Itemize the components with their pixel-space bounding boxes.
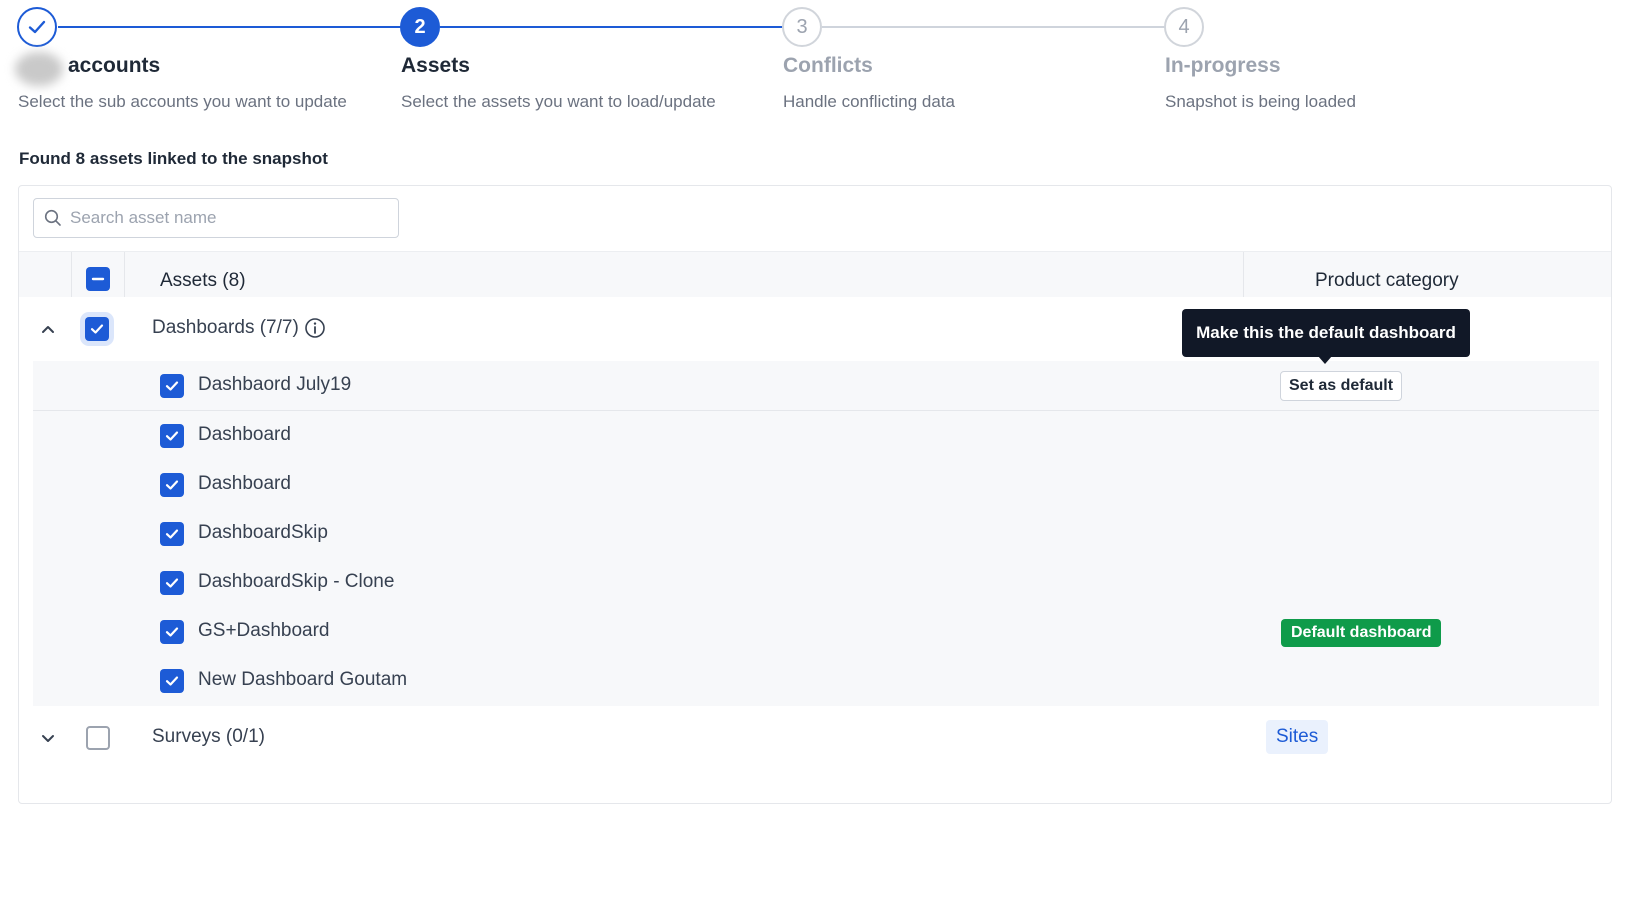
table-row[interactable]: Dashbaord July19 Set as default bbox=[33, 361, 1599, 411]
asset-name: DashboardSkip - Clone bbox=[198, 571, 395, 592]
step-1-description: Select the sub accounts you want to upda… bbox=[18, 92, 347, 111]
table-row[interactable]: DashboardSkip bbox=[33, 509, 1599, 559]
check-icon bbox=[90, 324, 104, 334]
asset-name: New Dashboard Goutam bbox=[198, 669, 408, 690]
table-row[interactable]: New Dashboard Goutam bbox=[33, 656, 1599, 706]
check-icon bbox=[165, 676, 179, 686]
stepper: 2 3 4 accounts Assets Conflicts In-progr… bbox=[0, 0, 1632, 120]
step-2-description: Select the assets you want to load/updat… bbox=[401, 92, 716, 111]
check-icon bbox=[165, 480, 179, 490]
chevron-down-icon[interactable] bbox=[38, 728, 58, 748]
group-row-surveys[interactable]: Surveys (0/1) Sites bbox=[19, 706, 1611, 770]
table-row[interactable]: Dashboard bbox=[33, 460, 1599, 510]
asset-name: DashboardSkip bbox=[198, 522, 328, 543]
assets-found-summary: Found 8 assets linked to the snapshot bbox=[19, 149, 328, 168]
step-4-number: 4 bbox=[1178, 15, 1190, 38]
step-4-circle: 4 bbox=[1164, 7, 1204, 47]
step-3-circle: 3 bbox=[782, 7, 822, 47]
surveys-group-label: Surveys (0/1) bbox=[152, 726, 265, 747]
step-connector-3 bbox=[822, 26, 1166, 28]
product-category-tag: Sites bbox=[1266, 720, 1329, 754]
table-row[interactable]: Dashboard bbox=[33, 411, 1599, 461]
minus-icon bbox=[91, 277, 105, 281]
asset-checkbox[interactable] bbox=[160, 522, 184, 546]
redacted-account-name bbox=[15, 52, 63, 86]
surveys-group-checkbox[interactable] bbox=[86, 726, 110, 750]
step-connector-2 bbox=[440, 26, 784, 28]
asset-name: GS+Dashboard bbox=[198, 620, 330, 641]
step-1-circle[interactable] bbox=[17, 7, 57, 47]
asset-name: Dashboard bbox=[198, 424, 291, 445]
product-category-column-header[interactable]: Product category bbox=[1315, 270, 1459, 292]
set-as-default-button[interactable]: Set as default bbox=[1280, 371, 1403, 401]
step-1-title[interactable]: accounts bbox=[68, 54, 160, 78]
step-connector-1 bbox=[58, 26, 402, 28]
asset-name: Dashboard bbox=[198, 473, 291, 494]
check-icon bbox=[165, 529, 179, 539]
asset-checkbox[interactable] bbox=[160, 620, 184, 644]
check-icon bbox=[165, 627, 179, 637]
step-2-number: 2 bbox=[414, 15, 426, 38]
table-row[interactable]: GS+Dashboard Default dashboard bbox=[33, 607, 1599, 657]
search-input[interactable] bbox=[70, 208, 390, 228]
check-icon bbox=[165, 578, 179, 588]
tooltip: Make this the default dashboard bbox=[1182, 309, 1470, 357]
search-box[interactable] bbox=[33, 198, 399, 238]
step-2-title: Assets bbox=[401, 54, 470, 77]
step-4-title: In-progress bbox=[1165, 54, 1281, 77]
check-icon bbox=[28, 20, 46, 34]
dashboards-group-label: Dashboards (7/7) bbox=[152, 317, 299, 338]
default-dashboard-badge: Default dashboard bbox=[1281, 619, 1442, 647]
search-icon bbox=[44, 209, 61, 226]
asset-checkbox[interactable] bbox=[160, 473, 184, 497]
asset-checkbox[interactable] bbox=[160, 669, 184, 693]
tooltip-arrow bbox=[1318, 356, 1332, 364]
asset-checkbox[interactable] bbox=[160, 374, 184, 398]
step-3-title: Conflicts bbox=[783, 54, 873, 77]
check-icon bbox=[165, 431, 179, 441]
assets-panel: Assets (8) Product category Dashboards (… bbox=[18, 185, 1612, 804]
chevron-up-icon[interactable] bbox=[38, 319, 58, 339]
step-4-description: Snapshot is being loaded bbox=[1165, 92, 1356, 111]
asset-name: Dashbaord July19 bbox=[198, 374, 352, 395]
check-icon bbox=[165, 381, 179, 391]
dashboards-group-checkbox[interactable] bbox=[85, 317, 109, 341]
step-3-description: Handle conflicting data bbox=[783, 92, 956, 111]
step-3-number: 3 bbox=[796, 15, 808, 38]
step-2-circle: 2 bbox=[400, 7, 440, 47]
asset-checkbox[interactable] bbox=[160, 424, 184, 448]
asset-checkbox[interactable] bbox=[160, 571, 184, 595]
select-all-checkbox[interactable] bbox=[86, 267, 110, 291]
assets-column-header[interactable]: Assets (8) bbox=[160, 270, 246, 292]
info-icon[interactable] bbox=[304, 317, 326, 339]
table-row[interactable]: DashboardSkip - Clone bbox=[33, 558, 1599, 608]
